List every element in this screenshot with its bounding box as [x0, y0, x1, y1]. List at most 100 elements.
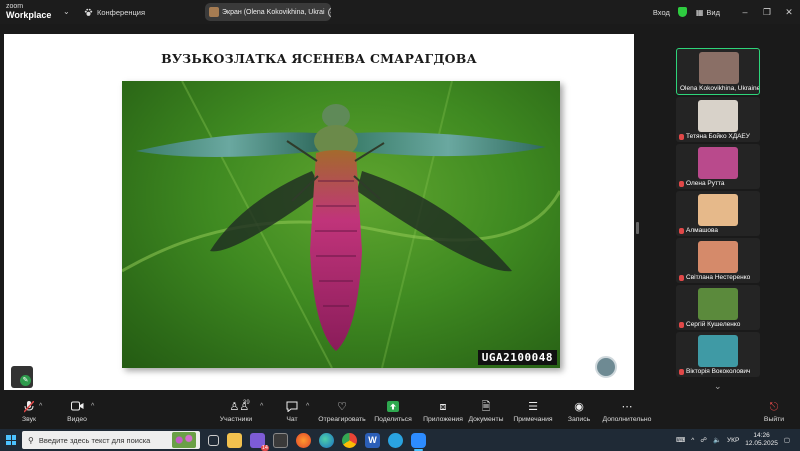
participant-tile[interactable]: Olena Kokovikhina, Ukraine	[676, 48, 760, 95]
notes-icon: ☰	[528, 401, 538, 413]
annotate-button[interactable]: ✎	[11, 366, 33, 388]
mic-muted-icon	[679, 227, 684, 234]
participant-video	[699, 52, 739, 84]
chevron-up-icon[interactable]: ^	[39, 403, 42, 410]
chevron-up-icon[interactable]: ^	[91, 403, 94, 410]
video-button[interactable]: Видео ^	[64, 401, 94, 423]
chevron-down-icon[interactable]: ⌄	[714, 381, 722, 392]
record-button[interactable]: ◉ Запись	[566, 401, 592, 423]
participant-name: Олена Рутта	[679, 180, 724, 187]
participant-name-label: Вікторія Вококолович	[686, 368, 751, 375]
image-watermark: UGA2100048	[477, 350, 557, 365]
audio-label: Звук	[22, 416, 36, 423]
participant-name: Сергій Кушеленко	[679, 321, 740, 328]
file-explorer-icon[interactable]	[227, 432, 242, 448]
login-button[interactable]: Вход	[653, 8, 670, 17]
slide-nav-button[interactable]	[595, 356, 617, 378]
participant-name: Тетяна Бойко ХДАЕУ	[679, 133, 750, 140]
notes-button[interactable]: ☰ Примечания	[512, 401, 554, 423]
clock-date: 12.05.2025	[745, 440, 778, 447]
react-label: Отреагировать	[318, 416, 366, 423]
audio-button[interactable]: Звук ^	[16, 400, 42, 423]
logo-line2: Workplace	[6, 10, 52, 20]
mic-muted-icon	[679, 180, 684, 187]
volume-icon[interactable]: 🔈	[713, 436, 721, 444]
notifications-icon[interactable]: ▢	[784, 436, 790, 444]
slide-title: ВУЗЬКОЗЛАТКА ЯСЕНЕВА СМАРАГДОВА	[161, 51, 477, 66]
shield-icon[interactable]	[677, 7, 687, 17]
participants-button[interactable]: ♙♙ 39 Участники ^	[216, 400, 264, 423]
restore-icon[interactable]: ❐	[756, 7, 778, 18]
keyboard-icon[interactable]: ⌨	[676, 436, 685, 444]
chrome-icon[interactable]	[342, 432, 357, 448]
telegram-icon[interactable]	[388, 432, 403, 448]
participant-tile[interactable]: Вікторія Вококолович	[676, 332, 760, 377]
participant-video	[698, 147, 738, 179]
zoom-app-icon[interactable]	[411, 432, 426, 451]
language-indicator[interactable]: УКР	[727, 437, 739, 444]
search-icon: ⚲	[28, 435, 34, 445]
network-icon[interactable]: ☍	[700, 436, 707, 444]
participant-tile[interactable]: Світлана Нестеренко	[676, 238, 760, 283]
participant-name-label: Тетяна Бойко ХДАЕУ	[686, 133, 750, 140]
react-button[interactable]: ♡ Отреагировать	[317, 401, 367, 423]
participant-name: Olena Kokovikhina, Ukraine	[680, 85, 760, 92]
chat-app-icon[interactable]: 14	[250, 432, 269, 451]
top-right-controls: Вход ▦ Вид – ❐ ✕	[653, 0, 800, 24]
taskbar-apps: 14 W	[208, 432, 426, 451]
clock[interactable]: 14:26 12.05.2025	[745, 432, 778, 448]
chevron-up-icon[interactable]: ^	[260, 403, 263, 410]
chat-button[interactable]: Чат ^	[280, 401, 309, 423]
start-button[interactable]	[0, 429, 22, 451]
more-button[interactable]: ⋯ Дополнительно	[602, 401, 652, 423]
paw-icon	[84, 8, 93, 16]
participant-name-label: Олена Рутта	[686, 180, 725, 187]
firefox-icon[interactable]	[296, 432, 311, 448]
video-label: Видео	[67, 416, 87, 423]
chat-bubble-icon	[286, 401, 299, 413]
share-label: Поделиться	[374, 416, 412, 423]
system-tray: ⌨ ^ ☍ 🔈 УКР 14:26 12.05.2025 ▢	[676, 429, 800, 451]
taskbar-search[interactable]: ⚲ Введите здесь текст для поиска	[22, 431, 200, 449]
share-screen-icon	[387, 401, 400, 413]
apps-button[interactable]: ⧈ Приложения	[422, 401, 464, 423]
participant-name: Вікторія Вококолович	[679, 368, 750, 375]
chevron-up-icon[interactable]: ^	[306, 403, 309, 410]
mic-muted-icon	[679, 133, 684, 140]
participant-tile[interactable]: Алмашова	[676, 191, 760, 236]
participant-tile[interactable]: Олена Рутта	[676, 144, 760, 189]
edge-icon[interactable]	[319, 432, 334, 448]
apps-icon: ⧈	[439, 401, 447, 413]
panel-resize-handle[interactable]	[636, 222, 639, 234]
participant-name-label: Olena Kokovikhina, Ukraine	[680, 85, 760, 92]
conference-button[interactable]: Конференция	[84, 8, 145, 17]
presenter-avatar	[209, 7, 219, 17]
chat-label: Чат	[286, 416, 298, 423]
apps-label: Приложения	[423, 416, 463, 423]
task-view-icon[interactable]	[208, 434, 219, 446]
chevron-up-icon[interactable]: ^	[691, 437, 694, 444]
record-label: Запись	[567, 416, 591, 423]
leave-button[interactable]: ⎋ Выйти	[762, 401, 786, 423]
close-icon[interactable]: ✕	[778, 7, 800, 18]
leave-label: Выйти	[763, 416, 785, 423]
shared-screen: ВУЗЬКОЗЛАТКА ЯСЕНЕВА СМАРАГДОВА UGA21000…	[4, 34, 634, 390]
word-icon[interactable]: W	[365, 432, 380, 448]
participant-video	[698, 241, 738, 273]
share-button[interactable]: Поделиться	[374, 401, 412, 423]
view-button[interactable]: Вид	[706, 8, 720, 17]
docs-button[interactable]: 🗎 Документы	[468, 401, 504, 423]
participant-name: Світлана Нестеренко	[679, 274, 750, 281]
pencil-icon: ✎	[20, 375, 31, 386]
windows-icon	[6, 435, 16, 445]
more-options-icon[interactable]: …	[327, 6, 331, 18]
minimize-icon[interactable]: –	[734, 7, 756, 17]
participant-tile[interactable]: Сергій Кушеленко	[676, 285, 760, 330]
chevron-down-icon[interactable]: ⌄	[63, 7, 70, 16]
store-icon[interactable]	[273, 432, 288, 448]
video-camera-icon	[70, 401, 84, 413]
participant-tile[interactable]: Тетяна Бойко ХДАЕУ	[676, 97, 760, 142]
view-menu-icon[interactable]: ▦	[696, 8, 704, 17]
screen-share-indicator[interactable]: Экран (Olena Kokovikhina, Ukrai …	[205, 3, 331, 21]
participants-icon: ♙♙	[229, 401, 250, 413]
